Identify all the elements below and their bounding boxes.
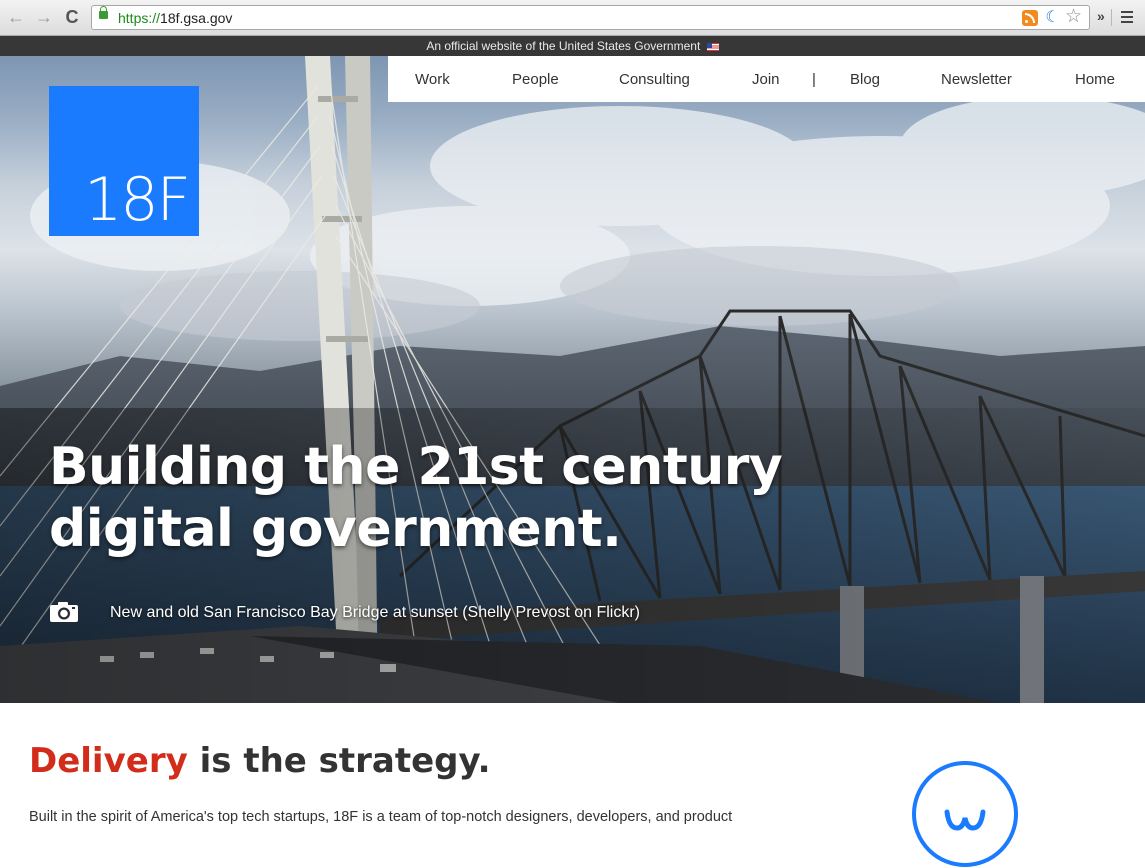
url-text[interactable]: https://18f.gsa.gov	[118, 10, 232, 26]
reload-icon[interactable]: C	[62, 7, 82, 27]
nav-join[interactable]: Join	[752, 71, 780, 88]
url-host: 18f.gsa.gov	[160, 10, 233, 26]
section-heading: Delivery is the strategy.	[29, 741, 490, 781]
headline-line-2: digital government.	[49, 499, 622, 559]
nav-newsletter[interactable]: Newsletter	[941, 71, 1012, 88]
address-bar[interactable]: https://18f.gsa.gov ☾ ☆	[91, 5, 1090, 30]
us-flag-icon	[706, 43, 719, 51]
intro-paragraph: Built in the spirit of America's top tec…	[29, 809, 733, 825]
lock-icon	[99, 6, 108, 19]
forward-icon[interactable]: →	[34, 7, 54, 27]
nav-work[interactable]: Work	[415, 71, 450, 88]
hero-headline: Building the 21st century digital govern…	[49, 436, 809, 560]
back-icon[interactable]: ←	[6, 7, 26, 27]
logo-text: 18F	[84, 165, 191, 235]
moon-extension-icon[interactable]: ☾	[1044, 9, 1061, 26]
main-navigation: Work People Consulting Join | Blog Newsl…	[388, 56, 1145, 102]
url-scheme: https://	[118, 10, 161, 26]
nav-people[interactable]: People	[512, 71, 559, 88]
hero-banner: Work People Consulting Join | Blog Newsl…	[0, 56, 1145, 703]
camera-icon	[50, 602, 78, 622]
headline-line-1: Building the 21st century	[49, 437, 783, 497]
hamburger-menu-icon[interactable]	[1121, 11, 1133, 23]
bookmark-star-icon[interactable]: ☆	[1065, 7, 1082, 27]
official-gov-banner: An official website of the United States…	[0, 36, 1145, 56]
nav-divider: |	[812, 71, 816, 88]
gov-banner-text: An official website of the United States…	[426, 39, 701, 53]
photo-caption[interactable]: New and old San Francisco Bay Bridge at …	[110, 604, 640, 622]
rss-icon[interactable]	[1022, 10, 1038, 26]
heading-rest: is the strategy.	[187, 741, 491, 781]
nav-blog[interactable]: Blog	[850, 71, 880, 88]
browser-toolbar: ← → C https://18f.gsa.gov ☾ ☆ »	[0, 0, 1145, 36]
nav-home[interactable]: Home	[1075, 71, 1115, 88]
delivery-circle-icon	[912, 761, 1018, 867]
18f-logo[interactable]: 18F	[49, 86, 199, 236]
heading-accent: Delivery	[29, 741, 188, 781]
extensions-overflow-icon[interactable]: »	[1097, 8, 1105, 24]
nav-consulting[interactable]: Consulting	[619, 71, 690, 88]
toolbar-divider	[1111, 9, 1112, 26]
